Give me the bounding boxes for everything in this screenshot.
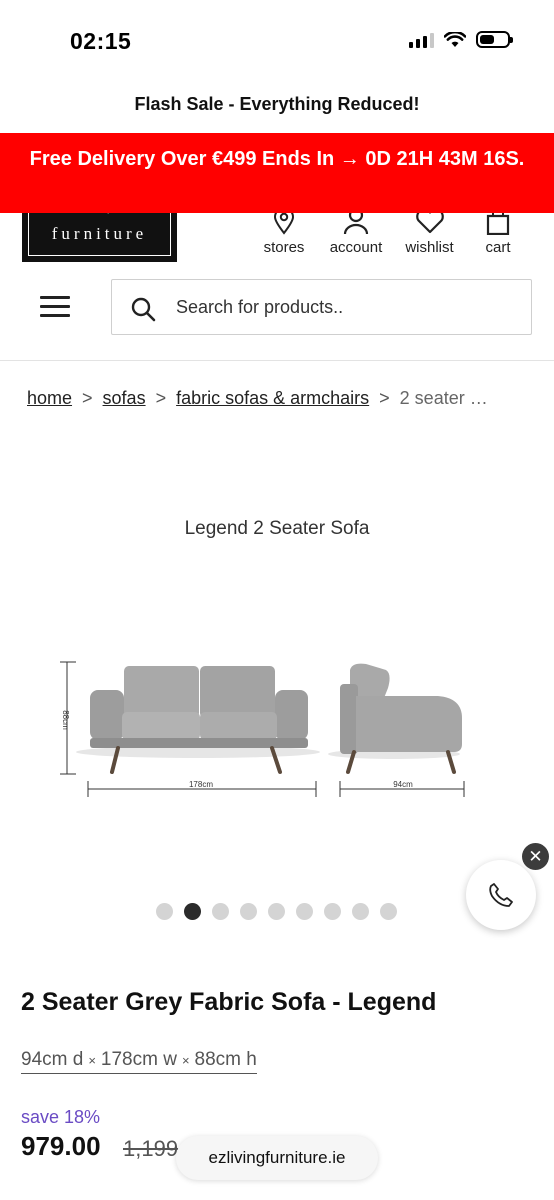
breadcrumb-separator: > <box>82 388 93 408</box>
carousel-dot[interactable] <box>324 903 341 920</box>
carousel-dot[interactable] <box>212 903 229 920</box>
product-image-caption: Legend 2 Seater Sofa <box>184 518 370 539</box>
status-icons <box>409 31 513 48</box>
browser-url-bar[interactable]: ezlivingfurniture.ie <box>176 1136 378 1180</box>
phone-icon <box>489 883 513 907</box>
carousel-dot[interactable] <box>268 903 285 920</box>
sofa-front-view <box>76 666 320 774</box>
header-link-label: stores <box>263 239 305 256</box>
header-link-stores[interactable]: stores <box>261 207 307 256</box>
depth-dimension-label: 94cm <box>393 780 413 789</box>
wifi-icon <box>444 31 466 47</box>
dimension-separator: × <box>181 1053 190 1068</box>
status-time: 02:15 <box>70 28 132 54</box>
flash-sale-text: Flash Sale - Everything Reduced! <box>134 94 420 114</box>
breadcrumb-current: 2 seater … <box>399 388 488 408</box>
cellular-signal-icon <box>409 32 434 48</box>
search-input[interactable] <box>176 280 516 334</box>
breadcrumb-separator: > <box>155 388 167 408</box>
header-divider <box>0 360 554 361</box>
breadcrumb-link-sofas[interactable]: sofas <box>103 388 146 408</box>
dimension-height: 88cm h <box>194 1049 257 1070</box>
product-dimensions[interactable]: 94cm d × 178cm w × 88cm h <box>21 1049 257 1074</box>
dimension-depth: 94cm d <box>21 1049 84 1070</box>
promo-banner: Free Delivery Over €499 Ends In → 0D 21H… <box>0 133 554 213</box>
close-call-button[interactable]: ✕ <box>522 843 549 870</box>
close-icon: ✕ <box>528 847 543 866</box>
save-badge: save 18% <box>21 1107 101 1127</box>
sofa-side-view <box>328 663 462 774</box>
breadcrumb-link-fabric-sofas[interactable]: fabric sofas & armchairs <box>176 388 369 408</box>
header-link-account[interactable]: account <box>325 207 387 256</box>
header-link-label: wishlist <box>405 239 454 256</box>
battery-icon <box>476 31 513 48</box>
carousel-dot[interactable] <box>296 903 313 920</box>
dimension-separator: × <box>88 1053 96 1068</box>
logo-bottom-text: furniture <box>51 224 148 243</box>
call-button[interactable] <box>466 860 536 930</box>
product-title: 2 Seater Grey Fabric Sofa - Legend <box>21 988 437 1016</box>
breadcrumb-separator: > <box>379 388 390 408</box>
carousel-dot-active[interactable] <box>184 903 201 920</box>
dimension-width: 178cm w <box>100 1049 177 1070</box>
header-link-wishlist[interactable]: wishlist <box>401 207 458 256</box>
original-price: 1,199 <box>123 1136 179 1161</box>
search-row <box>0 279 554 339</box>
carousel-dots <box>156 903 397 920</box>
status-bar: 02:15 <box>0 0 554 86</box>
header-link-label: account <box>329 239 383 256</box>
carousel-dot[interactable] <box>156 903 173 920</box>
height-dimension-label: 88cm <box>61 710 70 730</box>
breadcrumb: home > sofas > fabric sofas & armchairs >2 se… <box>27 388 547 409</box>
breadcrumb-link-home[interactable]: home <box>27 388 72 408</box>
product-image[interactable]: 88cm 178cm 94cm <box>50 648 480 800</box>
header-link-cart[interactable]: cart <box>482 207 514 256</box>
search-box[interactable] <box>111 279 532 335</box>
carousel-dot[interactable] <box>240 903 257 920</box>
carousel-dot[interactable] <box>380 903 397 920</box>
site-header: EZ LIVING furniture stores account wishl… <box>0 203 554 273</box>
carousel-dot[interactable] <box>352 903 369 920</box>
search-icon <box>131 297 156 322</box>
current-price: 979.00 <box>21 1131 101 1161</box>
header-link-label: cart <box>485 239 511 256</box>
hamburger-menu-icon[interactable] <box>40 296 70 318</box>
width-dimension-label: 178cm <box>189 780 213 789</box>
